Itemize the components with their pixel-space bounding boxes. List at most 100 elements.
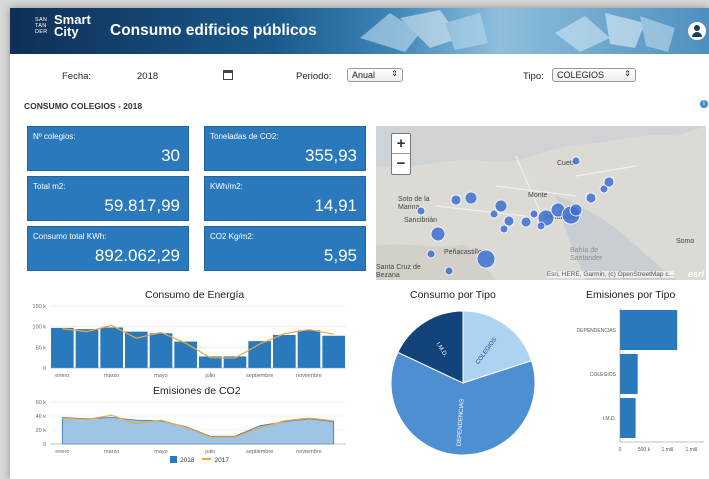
y-tick-label: 0 <box>43 366 46 372</box>
hbar <box>620 398 636 438</box>
legend-swatch-2018 <box>170 456 177 463</box>
kpi-value: 30 <box>161 146 180 165</box>
y-tick-label: 150 k <box>33 304 47 310</box>
map-attribution: Esri, HERE, Garmin, (c) OpenStreetMap c.… <box>546 271 674 278</box>
x-tick-label: julio <box>204 449 215 455</box>
fecha-input[interactable]: 2018 <box>135 68 235 83</box>
header-decoration <box>360 10 488 52</box>
kpi-kwh-m2: KWh/m2: 14,91 <box>204 176 366 221</box>
chart-emisiones-tipo: DEPENDENCIAS COLEGIOS I.M.D. 0 500 k 1 mill. 1… <box>577 308 704 453</box>
hbar-category-label: COLEGIOS <box>590 372 617 378</box>
chart-consumo-tipo: COLEGIOSDEPENDENCIASI.M.D. <box>390 310 536 456</box>
map-point-marker <box>489 209 499 219</box>
x-tick-label: marzo <box>104 373 119 379</box>
header-decoration-right <box>555 13 675 52</box>
x-tick-label: septiembre <box>246 373 273 379</box>
map-point-marker <box>520 216 532 228</box>
y-tick-label: 60 k <box>36 400 47 406</box>
map-point-marker <box>499 224 509 234</box>
bar-2018 <box>174 341 197 368</box>
header-bar: SAN TAN DER Smart City Consumo edificios… <box>10 8 709 54</box>
map-point-marker <box>444 266 454 276</box>
app-window: SAN TAN DER Smart City Consumo edificios… <box>10 8 709 479</box>
page-title: Consumo edificios públicos <box>110 22 317 39</box>
x-tick-label: noviembre <box>296 373 322 379</box>
kpi-toneladas-co2: Toneladas de CO2: 355,93 <box>204 126 366 171</box>
map-point-marker <box>569 203 583 217</box>
calendar-icon[interactable] <box>223 70 233 80</box>
hbar-category-label: I.M.D. <box>603 416 616 422</box>
legend-label-2018: 2018 <box>180 457 195 464</box>
map-point-marker <box>503 215 515 227</box>
map-point-marker <box>450 194 462 206</box>
hbar <box>620 310 678 350</box>
bar-2018 <box>149 333 173 368</box>
legend-label-2017: 2017 <box>214 457 229 464</box>
bar-2018 <box>297 330 321 368</box>
map-point-marker <box>536 221 546 231</box>
map-view[interactable]: Cueto Monte Soto de la Marina Sancibrián… <box>376 126 706 280</box>
x-tick-label: noviembre <box>296 449 322 455</box>
bar-2018 <box>322 335 345 368</box>
kpi-total-m2: Total m2: 59.817,99 <box>27 176 189 221</box>
y-tick-label: 40 k <box>36 414 47 420</box>
x-tick-label: 500 k <box>638 447 651 453</box>
fecha-label: Fecha: <box>62 71 92 82</box>
tipo-select[interactable]: COLEGIOS ⇕ <box>552 68 636 82</box>
kpi-value: 59.817,99 <box>104 196 180 215</box>
hbar-category-label: DEPENDENCIAS <box>577 328 617 334</box>
kpi-value: 14,91 <box>314 196 357 215</box>
kpi-label: Nº colegios: <box>33 132 76 141</box>
map-zoom-control: + − <box>391 133 411 175</box>
map-point-marker <box>529 209 539 219</box>
x-tick-label: 0 <box>619 447 622 453</box>
tipo-select-value: COLEGIOS <box>557 70 605 80</box>
x-tick-label: julio <box>204 373 215 379</box>
section-title: CONSUMO COLEGIOS - 2018 <box>24 101 143 111</box>
bar-2018 <box>125 331 148 368</box>
periodo-select[interactable]: Anual ⇕ <box>347 68 403 82</box>
select-arrows-icon: ⇕ <box>391 69 398 78</box>
zoom-in-button[interactable]: + <box>392 134 410 154</box>
kpi-label: Consumo total KWh: <box>33 232 107 241</box>
bar-2018 <box>75 329 99 368</box>
logo: Smart City <box>54 13 91 39</box>
x-tick-label: mayo <box>154 449 167 455</box>
tipo-label: Tipo: <box>523 71 544 82</box>
chart-title-emisiones-tipo: Emisiones por Tipo <box>586 289 676 301</box>
kpi-label: CO2 Kg/m2: <box>210 232 255 241</box>
map-point-marker <box>603 176 615 188</box>
x-tick-label: enero <box>55 373 69 379</box>
kpi-co2-kg-m2: CO2 Kg/m2: 5,95 <box>204 226 366 271</box>
legend-swatch-2017 <box>202 458 212 460</box>
chart-energia: 0 50 k 100 k 150 k enero marzo mayo julio septie… <box>33 304 346 379</box>
info-icon[interactable]: i <box>700 100 708 108</box>
x-tick-label: 1 mill. <box>685 447 698 453</box>
logo-bottom: City <box>54 24 79 39</box>
kpi-consumo-total: Consumo total KWh: 892.062,29 <box>27 226 189 271</box>
map-point-marker <box>416 206 426 216</box>
periodo-label: Periodo: <box>296 71 332 82</box>
map-point-marker <box>476 249 496 269</box>
esri-logo: esri <box>687 269 704 279</box>
x-tick-label: 1 mill. <box>661 447 674 453</box>
map-point-marker <box>426 249 436 259</box>
kpi-value: 5,95 <box>323 246 357 265</box>
map-points <box>416 156 615 276</box>
hbar <box>620 354 638 394</box>
map-point-marker <box>571 156 581 166</box>
map-point-marker <box>585 192 597 204</box>
chart-title-consumo-tipo: Consumo por Tipo <box>410 289 496 301</box>
user-avatar-icon[interactable] <box>688 22 706 40</box>
map-point-marker <box>430 226 446 242</box>
kpi-label: Toneladas de CO2: <box>210 132 279 141</box>
kpi-label: Total m2: <box>33 182 66 191</box>
kpi-value: 355,93 <box>305 146 357 165</box>
select-arrows-icon: ⇕ <box>624 69 631 78</box>
y-tick-label: 0 <box>43 442 46 448</box>
bar-2018 <box>273 334 296 368</box>
bar-2018 <box>248 341 271 368</box>
periodo-select-value: Anual <box>352 70 376 80</box>
x-tick-label: marzo <box>104 449 119 455</box>
zoom-out-button[interactable]: − <box>392 154 410 174</box>
